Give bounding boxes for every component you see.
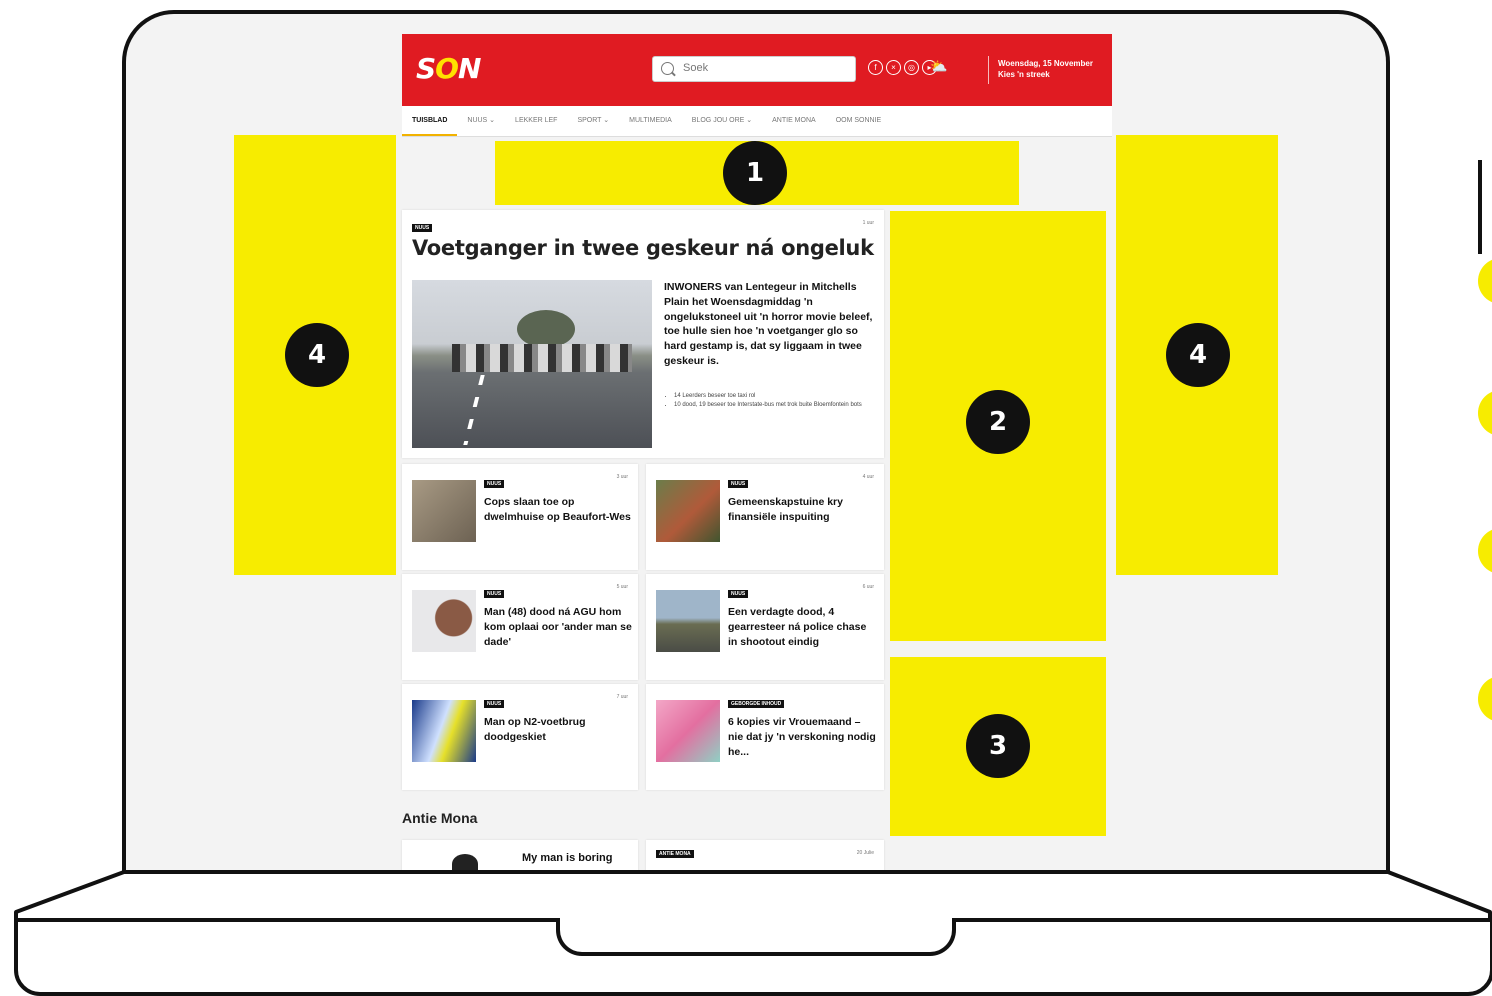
laptop-notch	[556, 918, 956, 956]
laptop-base-outline	[14, 870, 1492, 922]
